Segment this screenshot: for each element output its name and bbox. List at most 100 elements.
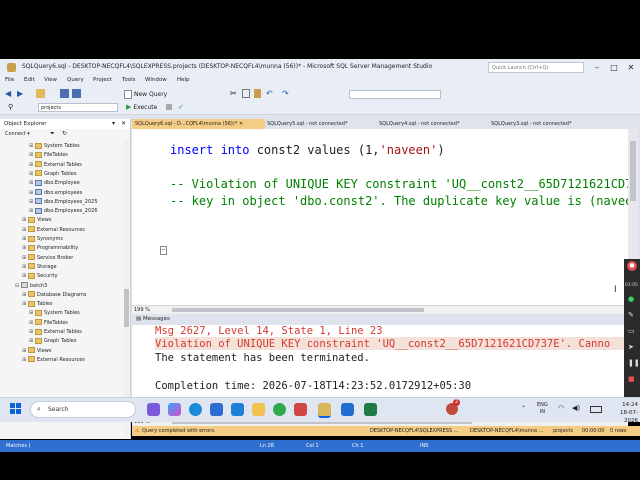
edge-icon[interactable] xyxy=(189,403,202,416)
mail-icon[interactable] xyxy=(231,403,244,416)
oe-close-icon[interactable]: ✕ xyxy=(121,120,126,127)
solution-config-dropdown[interactable] xyxy=(349,90,441,99)
camera-icon[interactable]: ● xyxy=(627,261,637,271)
menu-help[interactable]: Help xyxy=(177,77,190,83)
pin-icon[interactable]: ▾ xyxy=(112,120,115,127)
tree-item-label: FileTables xyxy=(44,319,68,326)
query-status-time: 00:00:00 xyxy=(582,428,605,434)
stop-icon[interactable] xyxy=(166,104,172,110)
vscode-icon[interactable] xyxy=(341,403,354,416)
cut-icon[interactable]: ✂ xyxy=(230,89,239,98)
tab-sqlquery3[interactable]: SQLQuery3.sql - not connected* xyxy=(488,119,601,129)
tree-item-label: Security xyxy=(37,273,58,280)
menu-window[interactable]: Window xyxy=(145,77,167,83)
database-select[interactable]: projects xyxy=(38,103,118,112)
connect-button[interactable]: Connect ▾ xyxy=(5,131,30,137)
tab-sqlquery4[interactable]: SQLQuery4.sql - not connected* xyxy=(376,119,489,129)
msg-error: Violation of UNIQUE KEY constraint 'UQ__… xyxy=(155,338,611,350)
save-icon[interactable] xyxy=(60,89,69,98)
notification-badge: 2 xyxy=(453,399,460,406)
query-editor[interactable]: insert into const2 values (1,'naveen') −… xyxy=(132,129,628,305)
close-button[interactable]: ✕ xyxy=(622,59,640,76)
tree-item[interactable]: ⊞ dbo.Employees_2026 xyxy=(0,207,154,216)
file-explorer-icon[interactable] xyxy=(252,403,265,416)
filter-icon[interactable]: ⏷ xyxy=(50,130,55,138)
menu-view[interactable]: View xyxy=(44,77,57,83)
start-icon[interactable] xyxy=(10,403,22,415)
matches-indicator[interactable]: Matches ( xyxy=(6,440,30,452)
mic-icon[interactable]: ● xyxy=(628,295,634,303)
photos-icon[interactable] xyxy=(294,403,307,416)
stop-record-icon[interactable]: ■ xyxy=(628,375,635,383)
tree-item[interactable]: ⊞ External Tables xyxy=(0,161,154,170)
tree-item-label: External Resources xyxy=(37,356,85,363)
language-indicator[interactable]: ENG IN xyxy=(537,402,548,416)
menu-query[interactable]: Query xyxy=(67,77,84,83)
store-icon[interactable] xyxy=(210,403,223,416)
editor-hscroll-thumb[interactable] xyxy=(172,308,424,312)
code-line-insert: insert into const2 values (1,'naveen') xyxy=(170,143,445,157)
collapse-toggle-icon[interactable]: − xyxy=(160,246,167,255)
widgets-icon[interactable] xyxy=(147,403,160,416)
tab-close-icon[interactable]: ✕ xyxy=(239,121,243,127)
folder-icon xyxy=(28,356,35,363)
tab-messages[interactable]: ▤ Messages xyxy=(136,316,170,322)
language-label: ENG xyxy=(537,402,548,408)
new-query-button[interactable]: New Query xyxy=(124,90,167,99)
tab-sqlquery5[interactable]: SQLQuery5.sql - not connected* xyxy=(264,119,377,129)
tree-item-label: dbo.employees xyxy=(44,189,83,196)
redo-icon[interactable]: ↷ xyxy=(282,89,291,98)
tray-chevron-icon[interactable]: ⌃ xyxy=(521,405,526,412)
tree-item[interactable]: ⊞ Graph Tables xyxy=(0,170,154,179)
chrome-icon[interactable] xyxy=(273,403,286,416)
menu-edit[interactable]: Edit xyxy=(24,77,35,83)
tree-item-label: External Tables xyxy=(44,329,82,335)
menu-file[interactable]: File xyxy=(5,77,14,83)
editor-zoom-level[interactable]: 199 % xyxy=(134,307,150,313)
tree-item[interactable]: ⊟ batch3 xyxy=(0,282,140,291)
tree-item[interactable]: ⊞ FileTables xyxy=(0,319,154,328)
parse-check-icon[interactable]: ✓ xyxy=(178,103,187,112)
tree-item[interactable]: ⊞ FileTables xyxy=(0,151,154,160)
save-all-icon[interactable] xyxy=(72,89,81,98)
minimize-button[interactable]: – xyxy=(588,59,606,76)
pointer-icon[interactable]: ➤ xyxy=(628,343,634,351)
volume-icon[interactable]: ◀) xyxy=(572,404,580,412)
undo-icon[interactable]: ↶ xyxy=(266,89,275,98)
connect-icon[interactable]: ⚲ xyxy=(8,103,17,112)
refresh-icon[interactable]: ↻ xyxy=(62,130,67,137)
tree-item[interactable]: ⊞ dbo.employees xyxy=(0,189,154,198)
excel-icon[interactable] xyxy=(364,403,377,416)
pause-icon[interactable]: ❚❚ xyxy=(628,359,640,367)
menu-project[interactable]: Project xyxy=(93,77,112,83)
forward-icon[interactable]: ▶ xyxy=(17,89,26,98)
tree-item[interactable]: ⊞ System Tables xyxy=(0,142,154,151)
folder-icon xyxy=(35,319,42,326)
copilot-icon[interactable] xyxy=(168,403,181,416)
open-folder-icon[interactable] xyxy=(36,89,45,98)
ssms-taskbar-icon[interactable] xyxy=(318,403,331,418)
tree-item[interactable]: ⊞ dbo.Employees_2025 xyxy=(0,198,154,207)
wifi-icon[interactable]: ◠ xyxy=(558,404,564,412)
execute-button[interactable]: ▶ Execute xyxy=(126,103,157,111)
object-explorer-tree: ⊞ System Tables ⊞ FileTables ⊞ External Table… xyxy=(0,142,124,438)
pen-icon[interactable]: ✎ xyxy=(628,311,634,319)
maximize-button[interactable]: □ xyxy=(605,59,623,76)
menu-bar: File Edit View Query Project Tools Windo… xyxy=(0,76,640,87)
system-clock[interactable]: 14:24 18-07-2026 xyxy=(610,401,638,425)
tree-item[interactable]: ⊞ External Tables xyxy=(0,328,154,337)
tree-item[interactable]: ⊞ System Tables xyxy=(0,309,154,318)
quick-launch-input[interactable]: Quick Launch (Ctrl+Q) xyxy=(488,62,584,73)
tree-item[interactable]: ⊞ dbo.Employee xyxy=(0,179,154,188)
taskbar-search-input[interactable]: ⌕ Search xyxy=(30,401,136,418)
object-explorer-scroll-thumb[interactable] xyxy=(124,289,129,327)
paste-icon[interactable] xyxy=(254,89,261,98)
back-icon[interactable]: ◀ xyxy=(5,89,14,98)
battery-icon[interactable] xyxy=(590,406,602,413)
menu-tools[interactable]: Tools xyxy=(122,77,136,83)
editor-scroll-thumb[interactable] xyxy=(630,141,636,201)
eraser-icon[interactable]: ▭ xyxy=(628,327,635,335)
tab-sqlquery6[interactable]: SQLQuery6.sql - D...CQFL4\munna (56))* ✕ xyxy=(132,119,265,129)
copy-icon[interactable] xyxy=(242,89,250,98)
tree-item[interactable]: ⊞ Graph Tables xyxy=(0,337,154,346)
